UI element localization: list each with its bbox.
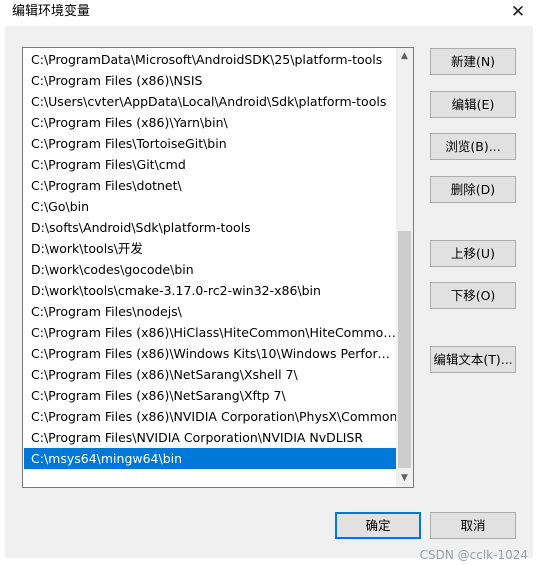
list-item[interactable]: C:\Users\cvter\AppData\Local\Android\Sdk… xyxy=(24,91,398,112)
list-item[interactable]: D:\work\tools\cmake-3.17.0-rc2-win32-x86… xyxy=(24,280,398,301)
list-item[interactable]: C:\Program Files\Git\cmd xyxy=(24,154,398,175)
new-button[interactable]: 新建(N) xyxy=(430,48,516,75)
scroll-thumb[interactable] xyxy=(398,231,411,468)
list-item[interactable]: C:\Program Files (x86)\Yarn\bin\ xyxy=(24,112,398,133)
edit-text-button[interactable]: 编辑文本(T)... xyxy=(430,346,516,373)
dialog-title: 编辑环境变量 xyxy=(12,4,91,19)
close-icon[interactable]: ✕ xyxy=(508,2,528,22)
vertical-scrollbar[interactable]: ▲ ▼ xyxy=(396,48,413,487)
move-up-button[interactable]: 上移(U) xyxy=(430,240,516,267)
list-item[interactable]: C:\ProgramData\Microsoft\AndroidSDK\25\p… xyxy=(24,49,398,70)
list-item[interactable]: C:\msys64\mingw64\bin xyxy=(24,448,398,469)
list-item[interactable]: C:\Program Files (x86)\HiClass\HiteCommo… xyxy=(24,322,398,343)
scroll-down-icon[interactable]: ▼ xyxy=(396,470,413,487)
title-bar: 编辑环境变量 ✕ xyxy=(0,0,538,26)
list-item[interactable]: D:\softs\Android\Sdk\platform-tools xyxy=(24,217,398,238)
scroll-up-icon[interactable]: ▲ xyxy=(396,48,413,65)
path-list[interactable]: C:\ProgramData\Microsoft\AndroidSDK\25\p… xyxy=(22,47,414,488)
browse-button[interactable]: 浏览(B)... xyxy=(430,133,516,160)
list-item[interactable]: C:\Go\bin xyxy=(24,196,398,217)
list-item[interactable]: D:\work\codes\gocode\bin xyxy=(24,259,398,280)
list-item[interactable]: C:\Program Files (x86)\NetSarang\Xftp 7\ xyxy=(24,385,398,406)
ok-button[interactable]: 确定 xyxy=(335,512,421,539)
watermark: CSDN @cclk-1024 xyxy=(419,548,528,562)
list-item[interactable]: C:\Program Files\NVIDIA Corporation\NVID… xyxy=(24,427,398,448)
list-item[interactable]: C:\Program Files (x86)\NSIS xyxy=(24,70,398,91)
edit-button[interactable]: 编辑(E) xyxy=(430,91,516,118)
path-list-rows: C:\ProgramData\Microsoft\AndroidSDK\25\p… xyxy=(24,49,398,469)
list-item[interactable]: C:\Program Files\nodejs\ xyxy=(24,301,398,322)
edit-env-variable-dialog: 编辑环境变量 ✕ C:\ProgramData\Microsoft\Androi… xyxy=(0,0,538,565)
delete-button[interactable]: 删除(D) xyxy=(430,176,516,203)
list-item[interactable]: C:\Program Files (x86)\NVIDIA Corporatio… xyxy=(24,406,398,427)
list-item[interactable]: C:\Program Files (x86)\NetSarang\Xshell … xyxy=(24,364,398,385)
list-item[interactable]: C:\Program Files\dotnet\ xyxy=(24,175,398,196)
cancel-button[interactable]: 取消 xyxy=(430,512,516,539)
list-item[interactable]: D:\work\tools\开发 xyxy=(24,238,398,259)
list-item[interactable]: C:\Program Files\TortoiseGit\bin xyxy=(24,133,398,154)
move-down-button[interactable]: 下移(O) xyxy=(430,282,516,309)
list-item[interactable]: C:\Program Files (x86)\Windows Kits\10\W… xyxy=(24,343,398,364)
